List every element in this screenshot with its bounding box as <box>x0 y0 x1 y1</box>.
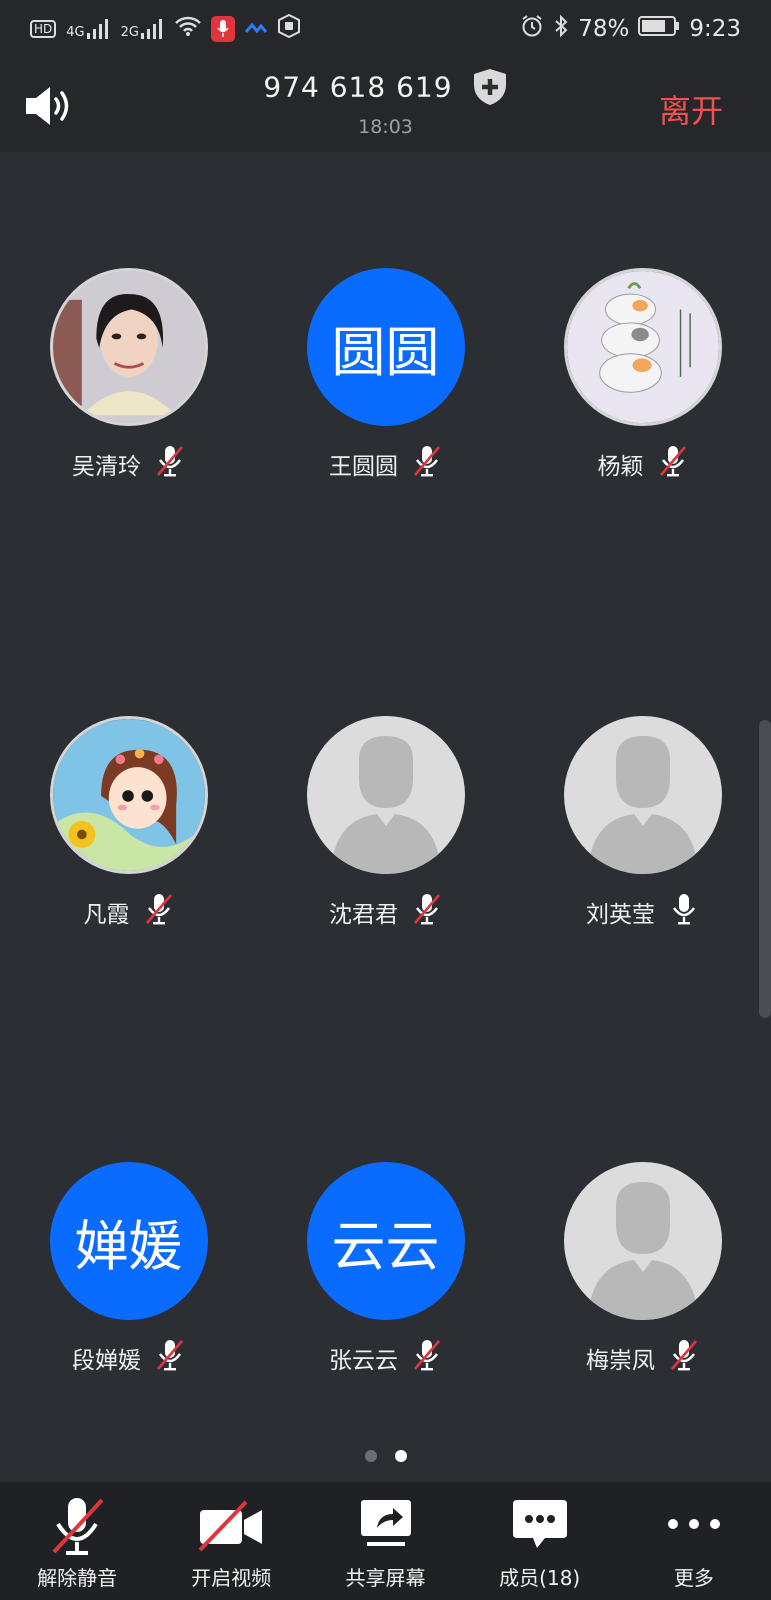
hd-icon: HD <box>30 20 57 38</box>
members-label: 成员(18) <box>499 1566 581 1590</box>
participant-tile[interactable]: 梅崇凤 <box>514 1162 771 1378</box>
bluetooth-icon <box>553 14 569 44</box>
wifi-icon <box>175 16 201 42</box>
start-video-label: 开启视频 <box>191 1566 272 1590</box>
avatar: 云云 <box>306 1162 465 1320</box>
mic-muted-icon <box>155 444 185 484</box>
avatar <box>49 268 208 426</box>
participant-tile[interactable]: 圆圆 王圆圆 <box>257 268 514 484</box>
avatar: 圆圆 <box>306 268 465 426</box>
mic-muted-icon <box>52 1498 104 1555</box>
participant-name: 吴清玲 <box>72 454 141 480</box>
share-screen-button[interactable]: 共享屏幕 <box>308 1482 462 1600</box>
unmute-button[interactable]: 解除静音 <box>0 1482 154 1600</box>
participant-name: 段婵媛 <box>72 1348 141 1374</box>
avatar-initials: 圆圆 <box>331 320 440 384</box>
participant-name-row: 王圆圆 <box>257 444 514 484</box>
meeting-elapsed-time: 18:03 <box>358 116 413 138</box>
status-bar: HD 4G 2G 78% 9:23 <box>0 0 771 58</box>
participant-grid: 吴清玲 圆圆 王圆圆 杨颖 凡霞 沈君君 刘英莹 婵媛 段婵媛 云云 张云云 梅… <box>0 152 771 1448</box>
scrollbar[interactable] <box>759 720 771 1018</box>
chat-bubble-icon <box>512 1500 567 1548</box>
signal-2g-label: 2G <box>120 25 139 40</box>
participant-tile[interactable]: 婵媛 段婵媛 <box>0 1162 257 1378</box>
share-screen-icon <box>360 1500 411 1546</box>
default-avatar-icon <box>306 716 465 874</box>
participant-name: 凡霞 <box>83 902 130 928</box>
participant-tile[interactable]: 云云 张云云 <box>257 1162 514 1378</box>
avatar <box>563 268 722 426</box>
video-off-icon <box>198 1500 263 1552</box>
avatar-initials: 云云 <box>331 1214 440 1278</box>
participant-name: 梅崇凤 <box>586 1348 655 1374</box>
unmute-label: 解除静音 <box>37 1566 118 1590</box>
signal-2g-icon: 2G <box>121 19 165 39</box>
participant-name-row: 梅崇凤 <box>514 1338 771 1378</box>
avatar: 婵媛 <box>49 1162 208 1320</box>
participant-name-row: 段婵媛 <box>0 1338 257 1378</box>
page-dot[interactable] <box>364 1450 377 1462</box>
participant-tile[interactable]: 杨颖 <box>514 268 771 484</box>
status-bar-left: HD 4G 2G <box>30 13 301 44</box>
participant-tile[interactable]: 沈君君 <box>257 716 514 932</box>
signal-4g-icon: 4G <box>66 19 110 39</box>
mic-muted-icon <box>412 892 442 932</box>
more-button[interactable]: 更多 <box>617 1482 771 1600</box>
avatar <box>49 716 208 874</box>
participant-name-row: 张云云 <box>257 1338 514 1378</box>
mic-muted-icon <box>412 444 442 484</box>
more-icon <box>667 1519 720 1529</box>
page-indicator[interactable] <box>0 1450 771 1462</box>
avatar-initials: 婵媛 <box>74 1214 183 1278</box>
meeting-id-row: 974 618 619 <box>0 68 771 106</box>
battery-percent: 78% <box>578 16 630 42</box>
participant-name: 张云云 <box>329 1348 398 1374</box>
leave-button[interactable]: 离开 <box>659 86 723 132</box>
participant-name: 杨颖 <box>597 454 644 480</box>
participant-name-row: 杨颖 <box>514 444 771 484</box>
mic-muted-icon <box>155 1338 185 1378</box>
participant-name: 沈君君 <box>329 902 398 928</box>
participant-name: 王圆圆 <box>329 454 398 480</box>
page-dot-active[interactable] <box>394 1450 407 1462</box>
participant-name-row: 沈君君 <box>257 892 514 932</box>
app-icon <box>244 16 268 42</box>
participant-name-row: 刘英莹 <box>514 892 771 932</box>
default-avatar-icon <box>563 716 722 874</box>
meeting-header: 974 618 619 18:03 离开 <box>0 58 771 152</box>
meeting-id[interactable]: 974 618 619 <box>263 71 452 104</box>
status-bar-right: 78% 9:23 <box>520 14 741 44</box>
share-screen-label: 共享屏幕 <box>345 1566 426 1590</box>
mic-muted-icon <box>658 444 688 484</box>
meeting-toolbar: 解除静音 开启视频 共享屏幕 成员(18) 更多 <box>0 1482 771 1600</box>
default-avatar-icon <box>563 1162 722 1320</box>
mic-on-icon <box>669 892 699 932</box>
start-video-button[interactable]: 开启视频 <box>154 1482 308 1600</box>
clock: 9:23 <box>689 16 741 42</box>
recording-icon <box>210 16 235 42</box>
signal-4g-label: 4G <box>66 25 85 40</box>
mic-muted-icon <box>144 892 174 932</box>
mic-muted-icon <box>669 1338 699 1378</box>
security-shield-icon[interactable] <box>472 68 508 106</box>
more-label: 更多 <box>673 1566 714 1590</box>
participant-tile[interactable]: 凡霞 <box>0 716 257 932</box>
gesture-icon <box>277 13 301 44</box>
participant-name-row: 吴清玲 <box>0 444 257 484</box>
mic-muted-icon <box>412 1338 442 1378</box>
alarm-icon <box>520 14 544 44</box>
participant-tile[interactable]: 刘英莹 <box>514 716 771 932</box>
participant-name: 刘英莹 <box>586 902 655 928</box>
members-button[interactable]: 成员(18) <box>463 1482 617 1600</box>
battery-icon <box>638 15 680 43</box>
participant-tile[interactable]: 吴清玲 <box>0 268 257 484</box>
participant-name-row: 凡霞 <box>0 892 257 932</box>
